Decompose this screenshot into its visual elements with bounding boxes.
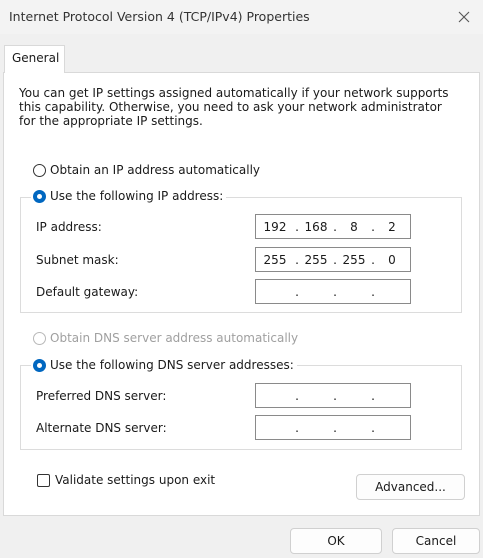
radio-dns-auto-circle <box>33 331 46 345</box>
ip-address-octet-1[interactable]: 192 <box>256 220 294 234</box>
default-gateway-input[interactable]: . . . <box>255 279 411 304</box>
cancel-button-label: Cancel <box>415 534 457 548</box>
ip-address-octet-2[interactable]: 168 <box>300 220 332 234</box>
radio-dns-manual[interactable]: Use the following DNS server addresses: <box>31 358 297 372</box>
radio-dns-auto-label: Obtain DNS server address automatically <box>50 331 299 345</box>
subnet-octet-1[interactable]: 255 <box>256 253 294 267</box>
alternate-dns-label: Alternate DNS server: <box>36 421 167 435</box>
advanced-button-label: Advanced... <box>375 480 446 494</box>
radio-ip-auto-circle <box>33 163 46 177</box>
preferred-dns-label: Preferred DNS server: <box>36 389 167 403</box>
subnet-octet-2[interactable]: 255 <box>300 253 332 267</box>
title-bar: Internet Protocol Version 4 (TCP/IPv4) P… <box>0 0 483 34</box>
radio-ip-manual-circle <box>33 189 46 203</box>
cancel-button[interactable]: Cancel <box>392 528 480 554</box>
validate-checkbox[interactable]: Validate settings upon exit <box>37 473 215 487</box>
alternate-dns-input[interactable]: . . . <box>255 415 411 440</box>
close-icon <box>458 11 470 23</box>
window-title: Internet Protocol Version 4 (TCP/IPv4) P… <box>9 9 310 24</box>
ip-address-input[interactable]: 192. 168. 8. 2 <box>255 214 411 239</box>
validate-checkbox-label: Validate settings upon exit <box>55 473 216 487</box>
ip-address-octet-3[interactable]: 8 <box>338 220 370 234</box>
subnet-mask-label: Subnet mask: <box>36 253 119 267</box>
radio-ip-auto[interactable]: Obtain an IP address automatically <box>33 163 260 177</box>
subnet-mask-input[interactable]: 255. 255. 255. 0 <box>255 247 411 272</box>
subnet-octet-3[interactable]: 255 <box>338 253 370 267</box>
radio-dns-manual-circle <box>33 358 46 372</box>
radio-dns-manual-label: Use the following DNS server addresses: <box>50 358 294 372</box>
ip-address-label: IP address: <box>36 220 102 234</box>
radio-dns-auto: Obtain DNS server address automatically <box>33 331 298 345</box>
validate-checkbox-box <box>37 473 50 487</box>
tab-general-label: General <box>12 51 60 65</box>
radio-ip-manual-label: Use the following IP address: <box>50 189 224 203</box>
ip-address-octet-4[interactable]: 2 <box>376 220 408 234</box>
ok-button-label: OK <box>327 534 345 548</box>
preferred-dns-input[interactable]: . . . <box>255 383 411 408</box>
intro-text: You can get IP settings assigned automat… <box>19 86 449 128</box>
radio-ip-auto-label: Obtain an IP address automatically <box>50 163 261 177</box>
ok-button[interactable]: OK <box>290 528 382 554</box>
radio-ip-manual[interactable]: Use the following IP address: <box>31 189 227 203</box>
advanced-button[interactable]: Advanced... <box>356 474 465 500</box>
tab-general[interactable]: General <box>4 45 65 73</box>
default-gateway-label: Default gateway: <box>36 285 139 299</box>
close-button[interactable] <box>445 0 483 34</box>
subnet-octet-4[interactable]: 0 <box>376 253 408 267</box>
